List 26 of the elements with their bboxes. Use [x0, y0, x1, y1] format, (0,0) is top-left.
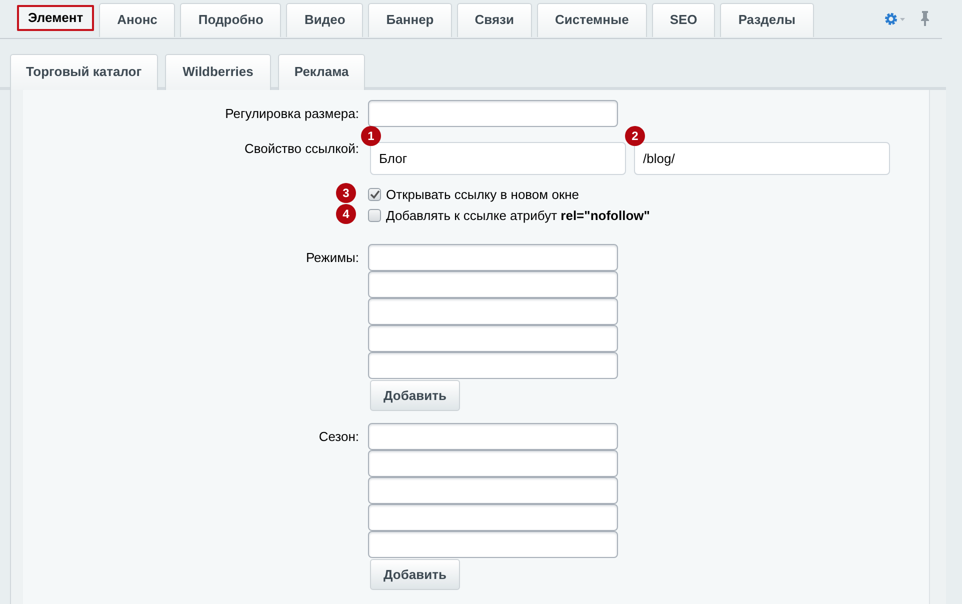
checkbox-label: Добавлять к ссылке атрибут rel="nofollow"	[386, 208, 650, 223]
input-field[interactable]: /blog/	[634, 142, 890, 175]
field-label: Регулировка размера:	[225, 106, 359, 121]
field-label: Сезон:	[318, 429, 359, 444]
tab[interactable]: Элемент	[17, 5, 94, 31]
tab[interactable]: SEO	[652, 3, 716, 37]
number-badge: 3	[336, 183, 356, 203]
checkbox-label: Открывать ссылку в новом окне	[386, 187, 580, 202]
tab[interactable]: Связи	[456, 3, 532, 37]
tab[interactable]: Подробно	[180, 3, 282, 37]
tab[interactable]: Анонс	[99, 3, 176, 37]
field-label: Свойство ссылкой:	[244, 141, 359, 156]
add-button[interactable]: Добавить	[370, 380, 460, 411]
tab[interactable]: Wildberries	[164, 54, 272, 90]
number-badge: 1	[361, 126, 381, 146]
tab[interactable]: Реклама	[278, 54, 365, 90]
tab[interactable]: Торговый каталог	[10, 54, 158, 90]
input-field[interactable]: Блог	[370, 142, 626, 175]
number-badge: 4	[336, 204, 356, 224]
number-badge: 2	[625, 126, 645, 146]
tab[interactable]: Баннер	[368, 3, 452, 37]
field-label: Режимы:	[306, 250, 359, 265]
tab[interactable]: Системные	[537, 3, 647, 37]
tab[interactable]: Разделы	[720, 3, 814, 37]
add-button[interactable]: Добавить	[370, 559, 460, 590]
tab[interactable]: Видео	[286, 3, 364, 37]
